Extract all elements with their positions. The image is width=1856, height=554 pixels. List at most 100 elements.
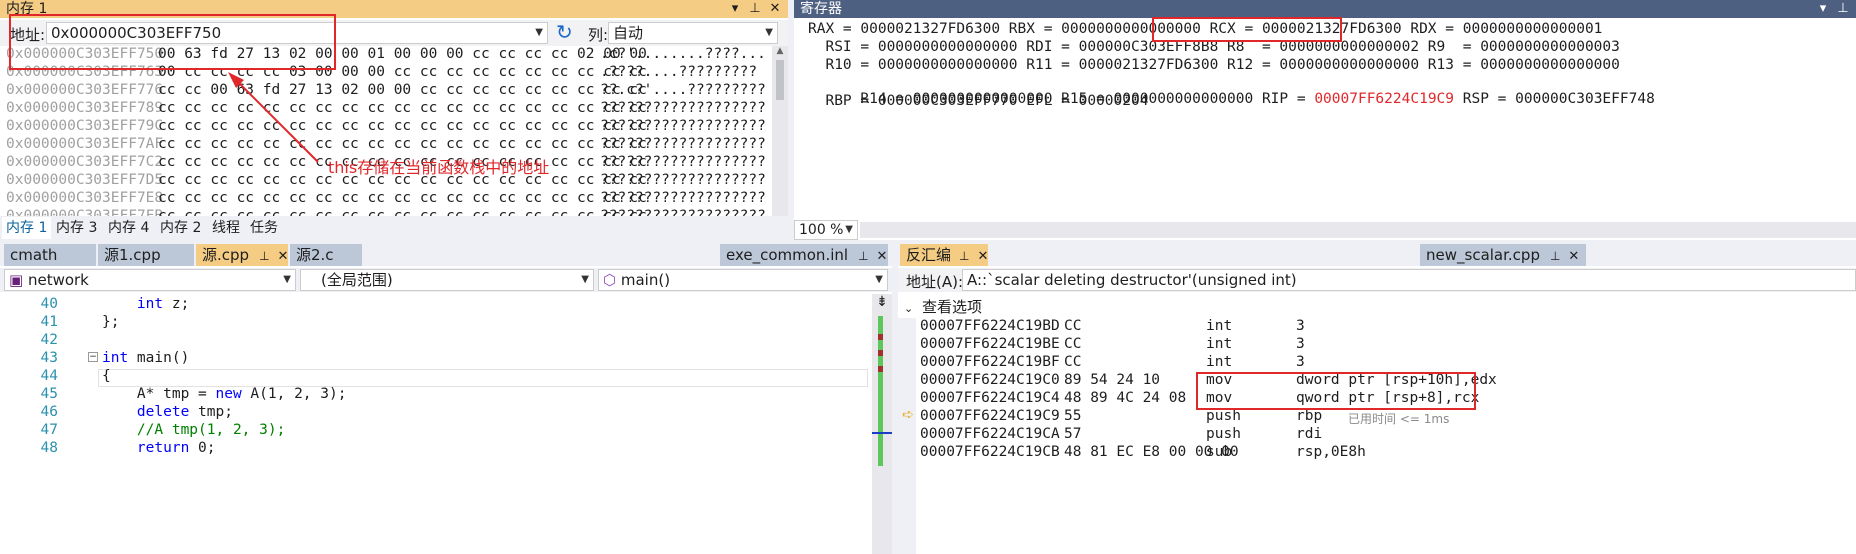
- disasm-row[interactable]: 00007FF6224C19BD CC int 3: [920, 318, 1850, 336]
- code-line: 45 A* tmp = new A(1, 2, 3);: [0, 386, 860, 402]
- memory-tab[interactable]: 任务: [246, 217, 282, 239]
- pin-icon[interactable]: ⊥: [959, 249, 969, 263]
- disasm-address: 00007FF6224C19CA: [920, 426, 1060, 442]
- line-number: 48: [40, 440, 58, 456]
- code-area[interactable]: − 40 int z; 41}; 42 43 int main() 44{45 A* tm…: [0, 294, 872, 554]
- disasm-opcode: int: [1206, 336, 1233, 352]
- close-icon[interactable]: ✕: [1568, 249, 1579, 264]
- tab-source1[interactable]: 源1.cpp: [98, 244, 194, 266]
- line-number: 43: [40, 350, 58, 366]
- disasm-row[interactable]: 00007FF6224C19CB 48 81 EC E8 00 00 00 sub r…: [920, 444, 1850, 462]
- disasm-operand: 3: [1296, 318, 1305, 334]
- mov-highlight-box: [1196, 372, 1476, 410]
- line-code: A* tmp = new A(1, 2, 3);: [102, 386, 347, 402]
- dropdown-icon[interactable]: ▾: [1814, 0, 1832, 18]
- disasm-opcode: int: [1206, 354, 1233, 370]
- disasm-gutter: [898, 318, 916, 554]
- disasm-address-label: 地址(A):: [906, 273, 964, 291]
- pin-icon[interactable]: ⊥: [259, 249, 269, 263]
- line-number: 47: [40, 422, 58, 438]
- rcx-highlight-box: [1152, 17, 1342, 42]
- horizontal-scrollbar[interactable]: [860, 222, 1856, 238]
- pin-icon[interactable]: ⊥: [858, 249, 868, 263]
- disasm-bytes: 89 54 24 10: [1064, 372, 1161, 388]
- chevron-down-icon[interactable]: ▼: [283, 270, 291, 290]
- disasm-opcode: push: [1206, 408, 1241, 424]
- disasm-address: 00007FF6224C19C4: [920, 390, 1060, 406]
- memory-tab[interactable]: 内存 1: [2, 217, 52, 239]
- memory-tab[interactable]: 线程: [208, 217, 244, 239]
- breakpoint-marker: [878, 334, 883, 340]
- line-code: return 0;: [136, 440, 216, 456]
- disasm-bytes: 55: [1064, 408, 1082, 424]
- tab-new-scalar[interactable]: new_scalar.cpp ⊥ ✕: [1420, 244, 1586, 266]
- line-number: 44: [40, 368, 58, 384]
- editor-tab-bar: cmath 源1.cpp 源.cpp ⊥ ✕ 源2.c exe_common.inl…: [0, 244, 892, 266]
- code-line: 42: [0, 332, 860, 348]
- disasm-bytes: CC: [1064, 318, 1082, 334]
- disasm-address: 00007FF6224C19C9: [920, 408, 1060, 424]
- tab-exe-common[interactable]: exe_common.inl ⊥ ✕: [720, 244, 888, 266]
- line-number: 42: [40, 332, 58, 348]
- scroll-position-marker: [872, 432, 892, 434]
- disasm-panel: 反汇编 ⊥ ✕ new_scalar.cpp ⊥ ✕ 地址(A): A::`scalar…: [898, 244, 1856, 554]
- line-code: };: [102, 314, 120, 330]
- disasm-address: 00007FF6224C19BF: [920, 354, 1060, 370]
- memory-tabs: 内存 1 内存 3 内存 4 内存 2 线程 任务: [0, 216, 788, 240]
- rip-value: 00007FF6224C19C9: [1314, 91, 1455, 107]
- disasm-address: 00007FF6224C19CB: [920, 444, 1060, 460]
- tab-source[interactable]: 源.cpp ⊥ ✕: [196, 244, 288, 266]
- registers-title: 寄存器: [800, 1, 842, 17]
- line-code: {: [102, 368, 111, 384]
- breakpoint-marker: [878, 350, 883, 356]
- code-line: 46 delete tmp;: [0, 404, 860, 420]
- disasm-row[interactable]: 00007FF6224C19BF CC int 3: [920, 354, 1850, 372]
- view-options[interactable]: ⌄ 查看选项: [904, 296, 982, 317]
- register-line-3: R10 = 0000000000000000 R11 = 0000021327F…: [808, 57, 1620, 73]
- disasm-bytes: 48 89 4C 24 08: [1064, 390, 1187, 406]
- close-icon[interactable]: ✕: [877, 249, 888, 264]
- disasm-row[interactable]: 00007FF6224C19BE CC int 3: [920, 336, 1850, 354]
- pin-icon[interactable]: ⊥: [1550, 249, 1560, 263]
- tab-cmath[interactable]: cmath: [4, 244, 96, 266]
- line-code: delete tmp;: [136, 404, 233, 420]
- disasm-operand: rbp: [1296, 408, 1323, 424]
- memory-tab[interactable]: 内存 3: [52, 217, 102, 239]
- close-icon[interactable]: ✕: [278, 249, 289, 264]
- disasm-address-bar: 地址(A): A::`scalar deleting destructor'(u…: [898, 268, 1856, 292]
- code-line: 48 return 0;: [0, 440, 860, 456]
- function-icon: ⬡: [603, 271, 621, 289]
- editor-scrollbar[interactable]: ⇟: [872, 294, 892, 554]
- line-number: 46: [40, 404, 58, 420]
- chevron-down-icon[interactable]: ▼: [581, 270, 589, 290]
- tab-disasm[interactable]: 反汇编 ⊥ ✕: [900, 244, 988, 266]
- editor-nav-bar: ▣ network ▼ (全局范围) ▼ ⬡ main() ▼: [0, 268, 892, 292]
- elapsed-time: 已用时间 <= 1ms: [1348, 412, 1450, 426]
- close-icon[interactable]: ✕: [977, 249, 988, 264]
- disasm-operand: 3: [1296, 336, 1305, 352]
- function-select[interactable]: ⬡ main() ▼: [598, 269, 888, 291]
- line-code: //A tmp(1, 2, 3);: [102, 422, 286, 438]
- disasm-bytes: CC: [1064, 354, 1082, 370]
- tab-source2[interactable]: 源2.c: [290, 244, 362, 266]
- disasm-address: 00007FF6224C19BD: [920, 318, 1060, 334]
- disasm-address: 00007FF6224C19BE: [920, 336, 1060, 352]
- memory-tab[interactable]: 内存 2: [156, 217, 206, 239]
- pin-icon[interactable]: ⊥: [1834, 0, 1852, 18]
- project-select[interactable]: ▣ network ▼: [4, 269, 296, 291]
- memory-tab[interactable]: 内存 4: [104, 217, 154, 239]
- disasm-address: 00007FF6224C19C0: [920, 372, 1060, 388]
- disasm-row[interactable]: 00007FF6224C19CA 57 push rdi: [920, 426, 1850, 444]
- register-line-5: RBP = 000000C303EFF770 EFL = 00000204: [808, 93, 1149, 109]
- zoom-select[interactable]: 100 % ▼: [794, 220, 858, 240]
- scope-select[interactable]: (全局范围) ▼: [300, 269, 594, 291]
- disasm-opcode: push: [1206, 426, 1241, 442]
- chevron-down-icon[interactable]: ▼: [875, 270, 883, 290]
- annotation-arrow: [228, 72, 319, 163]
- line-code: int z;: [136, 296, 190, 312]
- disasm-address-input[interactable]: A::`scalar deleting destructor'(unsigned…: [962, 269, 1856, 291]
- chevron-down-icon[interactable]: ▼: [845, 221, 853, 239]
- code-line: 40 int z;: [0, 296, 860, 312]
- split-icon[interactable]: ⇟: [872, 294, 892, 310]
- chevron-down-icon[interactable]: ⌄: [904, 302, 913, 315]
